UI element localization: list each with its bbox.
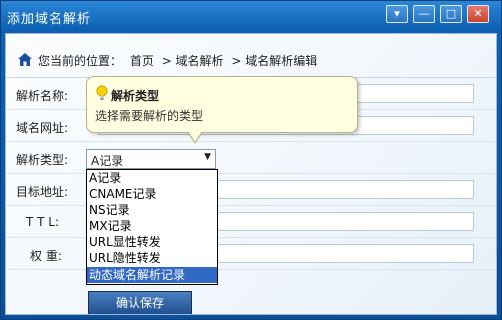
- breadcrumb-home[interactable]: 首页: [130, 54, 154, 68]
- option-a[interactable]: A记录: [87, 170, 217, 186]
- home-icon: [18, 53, 32, 66]
- option-mx[interactable]: MX记录: [87, 218, 217, 234]
- option-cname[interactable]: CNAME记录: [87, 186, 217, 202]
- minimize-button[interactable]: —: [413, 5, 435, 23]
- chevron-down-icon[interactable]: ▼: [204, 152, 211, 162]
- record-type-label: 解析类型:: [16, 153, 69, 167]
- save-button[interactable]: 确认保存: [88, 291, 192, 314]
- row-weight: 权 重:: [6, 239, 496, 270]
- breadcrumb-dns[interactable]: > 域名解析: [162, 54, 224, 68]
- form-panel: 您当前的位置： 首页 > 域名解析 > 域名解析编辑 解析名称: 域名网址: 解…: [5, 33, 497, 315]
- option-ns[interactable]: NS记录: [87, 202, 217, 218]
- menu-button[interactable]: ▾: [386, 5, 408, 23]
- tooltip: 解析类型 选择需要解析的类型: [86, 76, 358, 144]
- row-record-type: 解析类型:: [6, 143, 496, 174]
- row-ttl: T T L:: [6, 207, 496, 238]
- tooltip-description: 选择需要解析的类型: [95, 109, 204, 123]
- row-target: 目标地址:: [6, 175, 496, 206]
- record-type-dropdown[interactable]: A记录 CNAME记录 NS记录 MX记录 URL显性转发 URL隐性转发 动态…: [86, 169, 218, 285]
- target-label: 目标地址:: [16, 185, 69, 199]
- title-bar[interactable]: 添加域名解析 ▾ — □ ✕: [1, 1, 501, 31]
- record-type-value: A记录: [91, 154, 124, 168]
- maximize-button[interactable]: □: [440, 5, 462, 23]
- breadcrumb-edit: > 域名解析编辑: [231, 54, 318, 68]
- lightbulb-icon: [96, 85, 108, 100]
- domain-label: 域名网址:: [16, 121, 69, 135]
- tooltip-title: 解析类型: [111, 89, 160, 103]
- breadcrumb-prefix: 您当前的位置：: [38, 54, 123, 68]
- window-title: 添加域名解析: [7, 12, 92, 27]
- ttl-label: T T L:: [26, 215, 60, 229]
- dialog-window: 添加域名解析 ▾ — □ ✕ 您当前的位置： 首页 > 域名解析 > 域名解析编…: [0, 0, 502, 320]
- option-url-implicit[interactable]: URL隐性转发: [87, 250, 217, 266]
- breadcrumb: 您当前的位置： 首页 > 域名解析 > 域名解析编辑: [6, 34, 496, 78]
- record-type-select[interactable]: A记录 ▼: [86, 149, 216, 169]
- breadcrumb-text: 您当前的位置： 首页 > 域名解析 > 域名解析编辑: [38, 52, 321, 69]
- tooltip-tail-inner: [188, 131, 202, 142]
- record-name-label: 解析名称:: [16, 89, 69, 103]
- option-dynamic-dns[interactable]: 动态域名解析记录: [87, 266, 217, 283]
- option-url-explicit[interactable]: URL显性转发: [87, 234, 217, 250]
- weight-label: 权 重:: [30, 249, 62, 263]
- close-button[interactable]: ✕: [467, 5, 489, 23]
